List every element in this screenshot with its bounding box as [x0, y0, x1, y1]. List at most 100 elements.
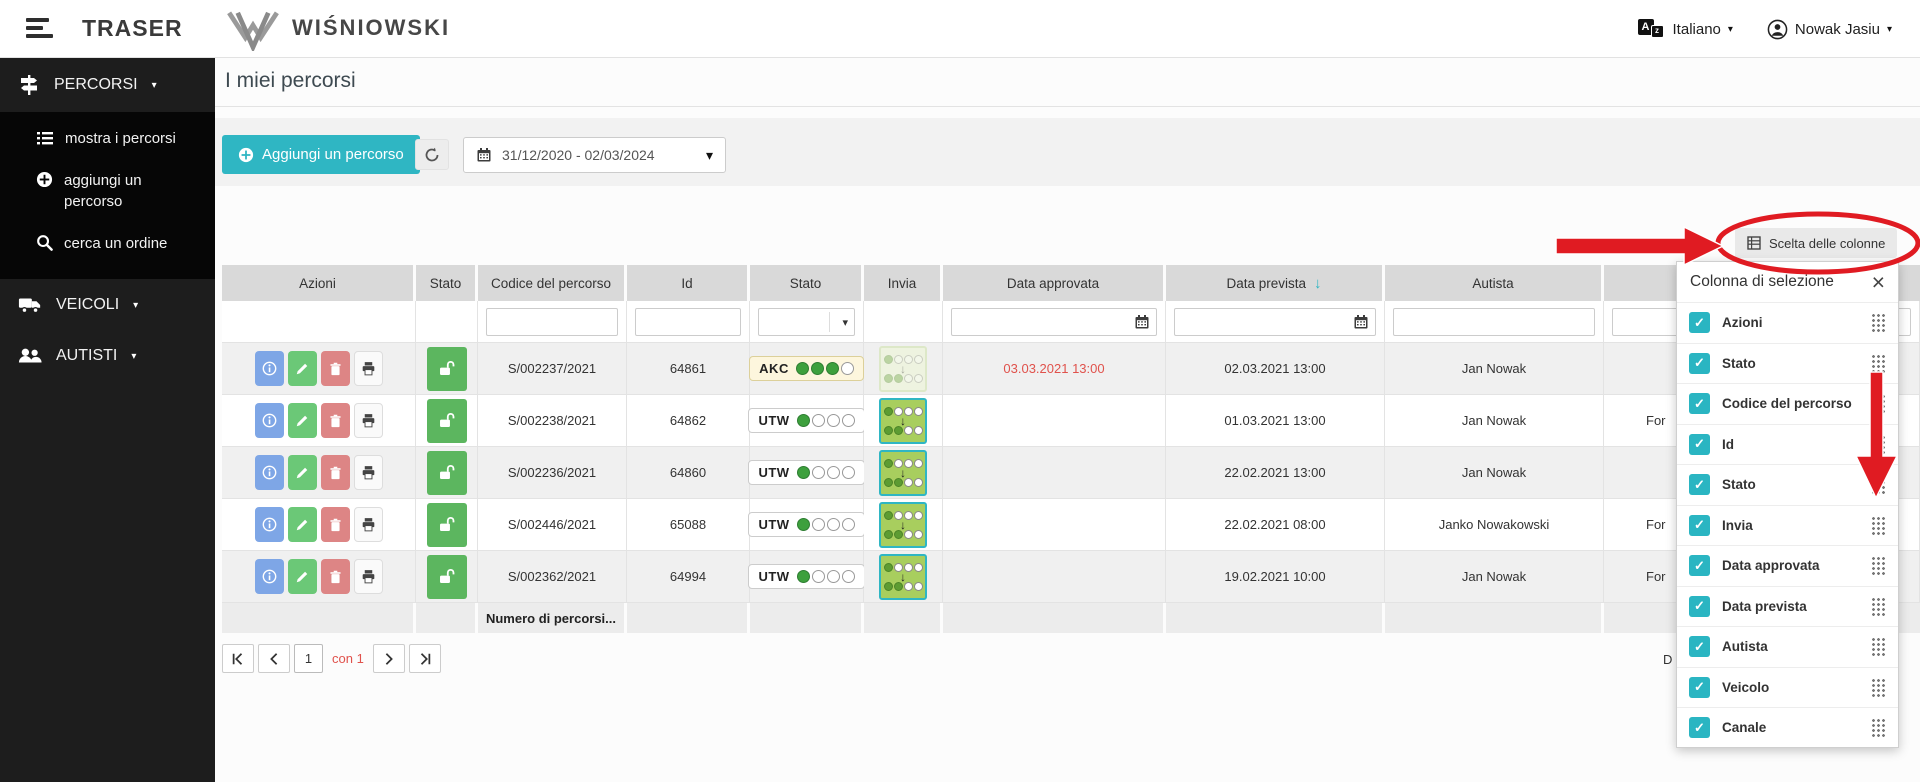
edit-button[interactable]: [287, 403, 317, 438]
unlock-button[interactable]: [426, 502, 467, 547]
first-page-button[interactable]: [222, 644, 254, 673]
delete-button[interactable]: [320, 351, 350, 386]
sidebar-item-mostra-percorsi[interactable]: mostra i percorsi: [0, 118, 215, 160]
calendar-icon[interactable]: [1351, 312, 1371, 332]
delete-button[interactable]: [320, 403, 350, 438]
panel-item-stato[interactable]: ✓ Stato: [1677, 464, 1898, 505]
checked-checkbox[interactable]: ✓: [1689, 636, 1710, 658]
panel-item-id[interactable]: ✓ Id: [1677, 423, 1898, 465]
add-route-button[interactable]: Aggiungi un percorso: [222, 135, 420, 174]
checked-checkbox[interactable]: ✓: [1689, 717, 1710, 739]
drag-handle-icon[interactable]: [1871, 353, 1886, 373]
info-button[interactable]: [254, 455, 284, 490]
print-button[interactable]: [353, 507, 383, 542]
panel-item-veicolo[interactable]: ✓ Veicolo: [1677, 666, 1898, 708]
edit-button[interactable]: [287, 559, 317, 594]
panel-item-stato[interactable]: ✓ Stato: [1677, 342, 1898, 384]
column-header-autista[interactable]: Autista: [1385, 265, 1604, 301]
unlock-button[interactable]: [426, 554, 467, 599]
delete-button[interactable]: [320, 559, 350, 594]
sort-desc-icon[interactable]: ↓: [1314, 275, 1322, 292]
panel-item-autista[interactable]: ✓ Autista: [1677, 626, 1898, 667]
filter-input-2[interactable]: [486, 307, 618, 336]
column-header-data-prevista[interactable]: Data prevista ↓: [1166, 265, 1385, 301]
unlock-button[interactable]: [426, 398, 467, 443]
prev-page-button[interactable]: [258, 644, 290, 673]
drag-handle-icon[interactable]: [1871, 515, 1886, 535]
filter-input-3[interactable]: [635, 307, 741, 336]
hamburger-menu-icon[interactable]: [26, 18, 56, 42]
truck-icon: [18, 295, 42, 315]
drag-handle-icon[interactable]: [1871, 475, 1886, 495]
edit-button[interactable]: [287, 507, 317, 542]
send-button[interactable]: ↓: [879, 397, 927, 444]
filter-select-4[interactable]: ▾: [758, 307, 855, 336]
sidebar-item-cerca-ordine[interactable]: cerca un ordine: [0, 223, 215, 265]
last-page-button[interactable]: [408, 644, 441, 673]
checked-checkbox[interactable]: ✓: [1689, 595, 1710, 617]
close-icon[interactable]: ×: [1872, 271, 1885, 294]
edit-button[interactable]: [287, 351, 317, 386]
info-button[interactable]: [254, 507, 284, 542]
checked-checkbox[interactable]: ✓: [1689, 352, 1710, 374]
column-header-invia[interactable]: Invia: [864, 265, 943, 301]
delete-button[interactable]: [320, 455, 350, 490]
send-button[interactable]: ↓: [879, 501, 927, 548]
drag-handle-icon[interactable]: [1871, 637, 1886, 657]
delete-button[interactable]: [320, 507, 350, 542]
column-chooser-button[interactable]: Scelta delle colonne: [1735, 228, 1898, 258]
send-button[interactable]: ↓: [879, 449, 927, 496]
filter-date-input-6[interactable]: [951, 307, 1157, 336]
column-header-codice-del-percorso[interactable]: Codice del percorso: [478, 265, 627, 301]
user-menu[interactable]: Nowak Jasiu ▾: [1767, 19, 1892, 40]
panel-item-data-approvata[interactable]: ✓ Data approvata: [1677, 545, 1898, 586]
checked-checkbox[interactable]: ✓: [1689, 312, 1710, 334]
next-page-button[interactable]: [372, 644, 405, 673]
column-header-id[interactable]: Id: [627, 265, 750, 301]
panel-item-codice-del-percorso[interactable]: ✓ Codice del percorso: [1677, 383, 1898, 424]
panel-item-canale[interactable]: ✓ Canale: [1677, 707, 1898, 748]
panel-item-azioni[interactable]: ✓ Azioni: [1677, 302, 1898, 343]
drag-handle-icon[interactable]: [1871, 677, 1886, 697]
panel-item-invia[interactable]: ✓ Invia: [1677, 504, 1898, 546]
drag-handle-icon[interactable]: [1871, 718, 1886, 738]
calendar-icon[interactable]: [1132, 312, 1152, 332]
language-selector[interactable]: Az Italiano ▾: [1637, 18, 1733, 40]
checked-checkbox[interactable]: ✓: [1689, 474, 1710, 496]
sidebar-item-autisti[interactable]: AUTISTI ▾: [0, 331, 215, 381]
refresh-button[interactable]: [415, 139, 449, 170]
unlock-button[interactable]: [426, 450, 467, 495]
print-button[interactable]: [353, 403, 383, 438]
edit-button[interactable]: [287, 455, 317, 490]
filter-date-input-7[interactable]: [1174, 307, 1376, 336]
checked-checkbox[interactable]: ✓: [1689, 676, 1710, 698]
checked-checkbox[interactable]: ✓: [1689, 514, 1710, 536]
sidebar-item-aggiungi-percorso[interactable]: aggiungi un percorso: [0, 160, 215, 223]
unlock-button[interactable]: [426, 346, 467, 391]
print-button[interactable]: [353, 455, 383, 490]
checked-checkbox[interactable]: ✓: [1689, 555, 1710, 577]
sidebar-item-veicoli[interactable]: VEICOLI ▾: [0, 279, 215, 331]
print-button[interactable]: [353, 351, 383, 386]
drag-handle-icon[interactable]: [1871, 394, 1886, 414]
sidebar-item-percorsi[interactable]: PERCORSI ▾: [0, 58, 215, 112]
column-header-stato[interactable]: Stato: [416, 265, 478, 301]
info-button[interactable]: [254, 403, 284, 438]
column-header-stato[interactable]: Stato: [750, 265, 864, 301]
print-button[interactable]: [353, 559, 383, 594]
drag-handle-icon[interactable]: [1871, 596, 1886, 616]
page-number-input[interactable]: [294, 644, 323, 673]
info-button[interactable]: [254, 351, 284, 386]
info-button[interactable]: [254, 559, 284, 594]
checked-checkbox[interactable]: ✓: [1689, 433, 1710, 455]
column-header-data-approvata[interactable]: Data approvata: [943, 265, 1166, 301]
send-button[interactable]: ↓: [879, 553, 927, 600]
checked-checkbox[interactable]: ✓: [1689, 393, 1710, 415]
drag-handle-icon[interactable]: [1871, 313, 1886, 333]
date-range-picker[interactable]: 31/12/2020 - 02/03/2024 ▾: [463, 137, 726, 173]
panel-item-data-prevista[interactable]: ✓ Data prevista: [1677, 585, 1898, 627]
drag-handle-icon[interactable]: [1871, 434, 1886, 454]
column-header-azioni[interactable]: Azioni: [222, 265, 416, 301]
drag-handle-icon[interactable]: [1871, 556, 1886, 576]
filter-input-8[interactable]: [1393, 307, 1595, 336]
